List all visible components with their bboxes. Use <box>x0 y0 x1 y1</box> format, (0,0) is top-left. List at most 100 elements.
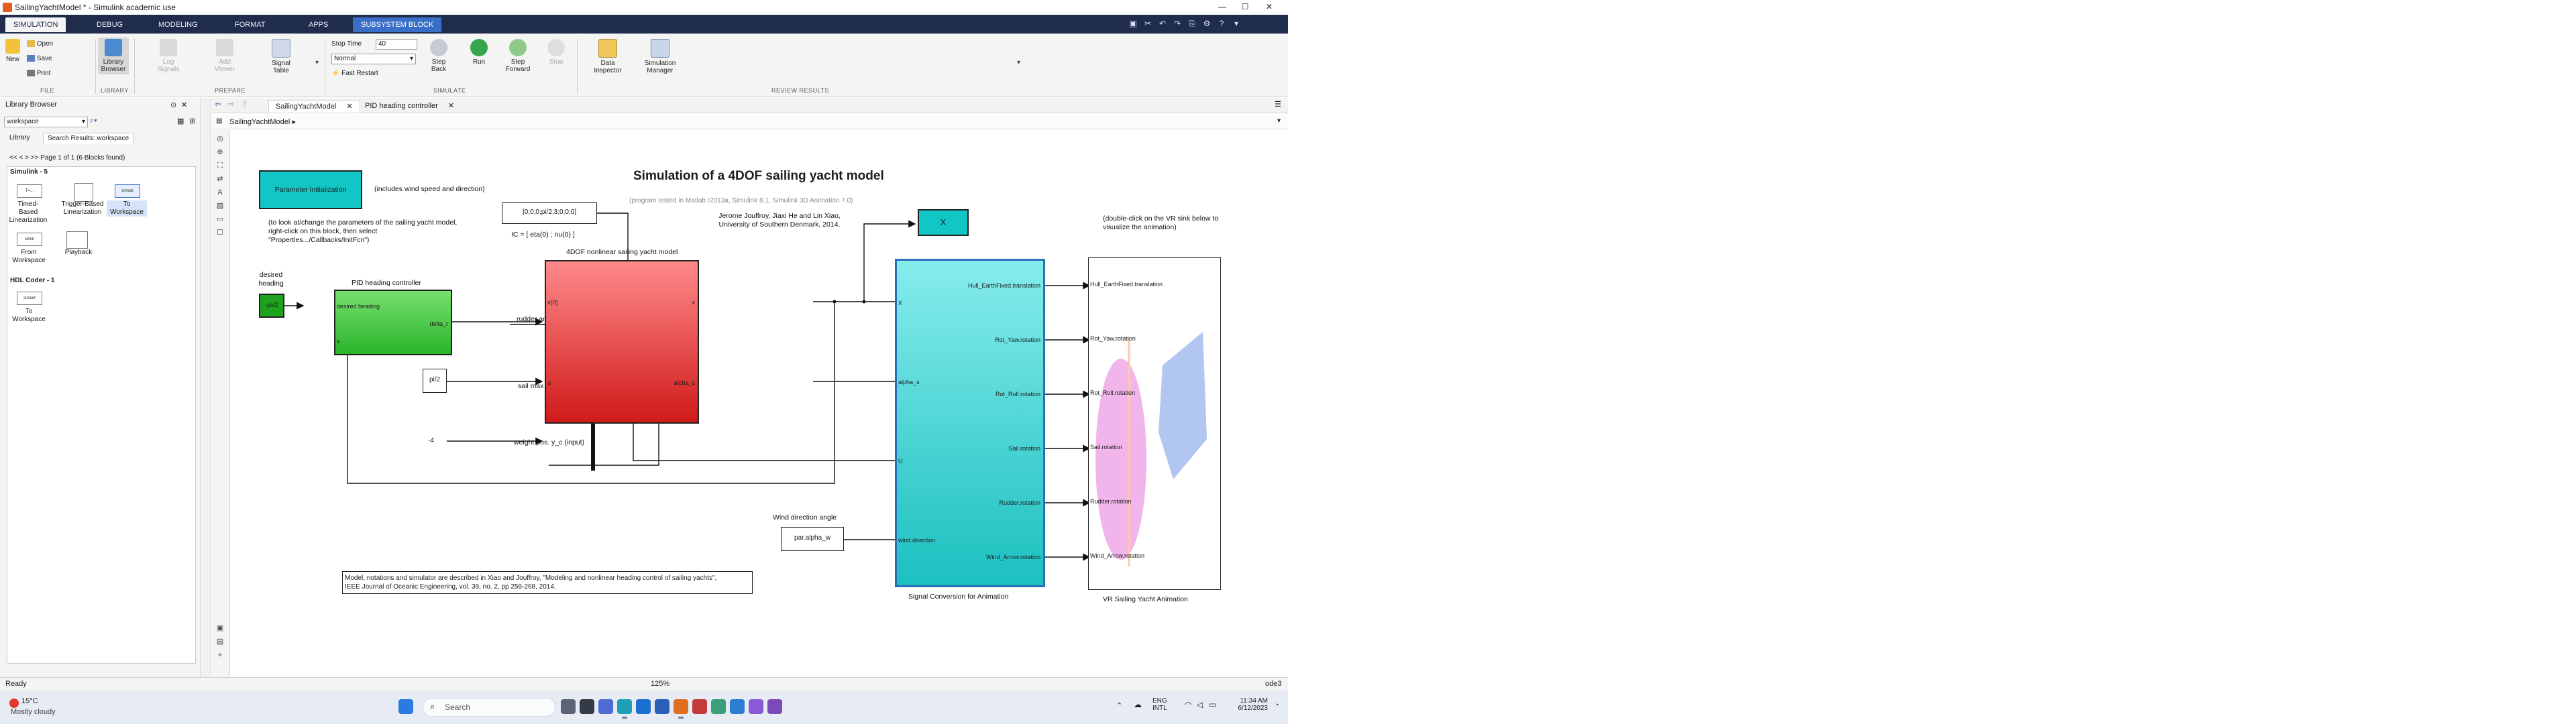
hide-show-icon[interactable]: ◎ <box>215 134 225 143</box>
tab-pid-heading-controller[interactable]: PID heading controller ✕ <box>358 100 461 112</box>
playback-thumb[interactable] <box>66 231 88 249</box>
parameter-initialization-block[interactable]: Parameter Initialization <box>259 170 362 209</box>
back-icon[interactable]: ⇦ <box>215 100 221 109</box>
hdl-to-workspace-thumb[interactable]: simout <box>17 292 42 305</box>
desired-heading-constant[interactable]: -pi/2 <box>259 294 284 318</box>
from-workspace-thumb[interactable]: simin <box>17 233 42 246</box>
area-icon[interactable]: ▭ <box>215 215 225 224</box>
tab-modeling[interactable]: MODELING <box>150 17 206 32</box>
save-button[interactable]: Save <box>27 55 52 62</box>
volume-icon[interactable]: ◁ <box>1197 700 1203 709</box>
visual-studio-icon[interactable] <box>749 699 763 714</box>
tab-sailing-yacht-model[interactable]: SailingYachtModel ✕ <box>268 100 360 113</box>
tab-apps[interactable]: APPS <box>301 17 336 32</box>
battery-icon[interactable]: ▭ <box>1209 700 1216 709</box>
initial-condition-constant[interactable]: [0;0;0;pi/2;3;0;0;0] <box>502 202 597 224</box>
app-icon-2[interactable] <box>767 699 782 714</box>
forward-icon[interactable]: ⇨ <box>228 100 234 109</box>
library-tab[interactable]: Library <box>5 133 34 143</box>
tab-debug[interactable]: DEBUG <box>89 17 131 32</box>
library-search-input[interactable]: workspace ▾ <box>4 117 88 127</box>
library-browser-button[interactable]: Library Browser <box>98 38 129 74</box>
help-icon[interactable]: ? <box>1216 17 1228 29</box>
review-gallery-chevron-icon[interactable]: ▾ <box>1017 59 1020 66</box>
redo-icon[interactable]: ↷ <box>1171 17 1183 29</box>
zoom-level[interactable]: 125% <box>651 680 669 688</box>
search-icon[interactable]: ⌕▾ <box>90 117 97 125</box>
task-view-icon[interactable] <box>561 699 576 714</box>
signal-conversion-block[interactable]: X alpha_s U wind direction Hull_EarthFix… <box>895 259 1045 587</box>
data-inspector-button[interactable]: Data Inspector <box>588 39 628 74</box>
weight-constant[interactable]: -4 <box>428 437 434 444</box>
language-indicator[interactable]: ENG INTL <box>1152 697 1167 712</box>
maximize-icon[interactable]: ☐ <box>1238 2 1252 13</box>
arrow-icon[interactable]: ⇄ <box>215 174 225 184</box>
step-forward-button[interactable]: Step Forward <box>503 39 533 73</box>
signal-table-button[interactable]: Signal Table <box>264 39 298 74</box>
camera-icon[interactable]: ▣ <box>215 623 225 633</box>
tab-subsystem-block[interactable]: SUBSYSTEM BLOCK <box>353 17 442 32</box>
undo-icon[interactable]: ↶ <box>1157 17 1169 29</box>
notification-bell-icon[interactable]: ◔ <box>1275 701 1279 709</box>
save-icon[interactable]: ▣ <box>1127 17 1139 29</box>
tab-simulation[interactable]: SIMULATION <box>5 17 66 32</box>
wind-direction-constant[interactable]: par.alpha_w <box>781 527 844 551</box>
breadcrumb-model-link[interactable]: SailingYachtModel ▸ <box>229 117 296 126</box>
simulation-mode-select[interactable]: Normal ▾ <box>331 54 416 64</box>
table-icon[interactable]: ▤ <box>215 637 225 646</box>
simulink-results-header[interactable]: Simulink - 5 <box>10 168 48 176</box>
clock[interactable]: 11:34 AM 6/12/2023 <box>1230 697 1269 712</box>
library-grid-icon[interactable]: ⊞ <box>189 117 195 125</box>
copy-icon[interactable]: ⎘ <box>1186 17 1198 29</box>
vscode-icon[interactable] <box>730 699 745 714</box>
prepare-gallery-chevron-icon[interactable]: ▾ <box>315 59 319 66</box>
tab-format[interactable]: FORMAT <box>227 17 274 32</box>
edge-browser-icon[interactable] <box>617 699 632 719</box>
fast-restart-button[interactable]: ⚡ Fast Restart <box>331 70 378 77</box>
hdl-results-header[interactable]: HDL Coder - 1 <box>10 277 55 284</box>
vr-sink-block[interactable]: Hull_EarthFixed.translation Rot_Yaw.rota… <box>1088 257 1221 590</box>
close-icon[interactable]: ✕ <box>1263 2 1276 13</box>
cut-icon[interactable]: ✂ <box>1142 17 1154 29</box>
goto-x-block[interactable]: X <box>918 209 969 236</box>
up-level-icon[interactable]: ⇧ <box>241 100 248 109</box>
wifi-icon[interactable]: ◠ <box>1185 700 1191 709</box>
weather-temp[interactable]: 15°C <box>21 697 38 705</box>
solver-name[interactable]: ode3 <box>1265 680 1281 688</box>
log-signals-button[interactable]: Log Signals <box>152 39 185 73</box>
tab-close-icon[interactable]: ✕ <box>346 103 352 111</box>
onedrive-icon[interactable]: ☁ <box>1134 700 1142 709</box>
chevron-down-icon[interactable]: ▾ <box>1277 117 1281 125</box>
zoom-icon[interactable]: ⊕ <box>215 147 225 157</box>
model-canvas[interactable]: Simulation of a 4DOF sailing yacht model… <box>231 130 1288 677</box>
matlab-icon[interactable] <box>674 699 688 719</box>
weather-icon[interactable] <box>9 699 19 708</box>
panel-options-icon[interactable]: ⊙ <box>170 101 176 109</box>
stop-button[interactable]: Stop <box>545 39 568 66</box>
settings-icon[interactable]: ⚙ <box>1201 17 1213 29</box>
outlook-icon[interactable] <box>636 699 651 714</box>
fit-view-icon[interactable]: ⛶ <box>215 161 225 170</box>
add-viewer-button[interactable]: Add Viewer <box>208 39 241 73</box>
timed-based-linearization-thumb[interactable]: T=... <box>17 184 42 198</box>
search-results-tab[interactable]: Search Results: workspace <box>43 133 134 144</box>
simulation-manager-button[interactable]: Simulation Manager <box>639 39 682 74</box>
pid-heading-controller-block[interactable]: desired heading x delta_r <box>334 290 452 355</box>
model-browser-icon[interactable]: ▤ <box>216 117 222 125</box>
panel-close-icon[interactable]: ✕ <box>181 101 187 109</box>
stop-time-input[interactable]: 40 <box>376 39 417 50</box>
acrobat-icon[interactable] <box>692 699 707 714</box>
annotation-icon[interactable]: A <box>215 188 225 197</box>
panel-splitter[interactable] <box>201 98 211 677</box>
open-button[interactable]: Open <box>27 40 53 48</box>
sailing-yacht-model-block[interactable]: x(0) u x alpha_s <box>545 260 699 424</box>
trigger-based-linearization-thumb[interactable] <box>74 183 93 202</box>
start-menu-icon[interactable] <box>398 699 413 714</box>
taskbar-search[interactable]: ⌕ Search <box>423 698 555 717</box>
run-button[interactable]: Run <box>466 39 492 66</box>
chevron-down-icon[interactable]: ▾ <box>1230 17 1242 29</box>
tab-menu-icon[interactable]: ☰ <box>1275 100 1281 109</box>
image-icon[interactable]: ▨ <box>215 201 225 210</box>
minimize-icon[interactable]: — <box>1216 2 1229 13</box>
print-button[interactable]: Print <box>27 70 50 77</box>
